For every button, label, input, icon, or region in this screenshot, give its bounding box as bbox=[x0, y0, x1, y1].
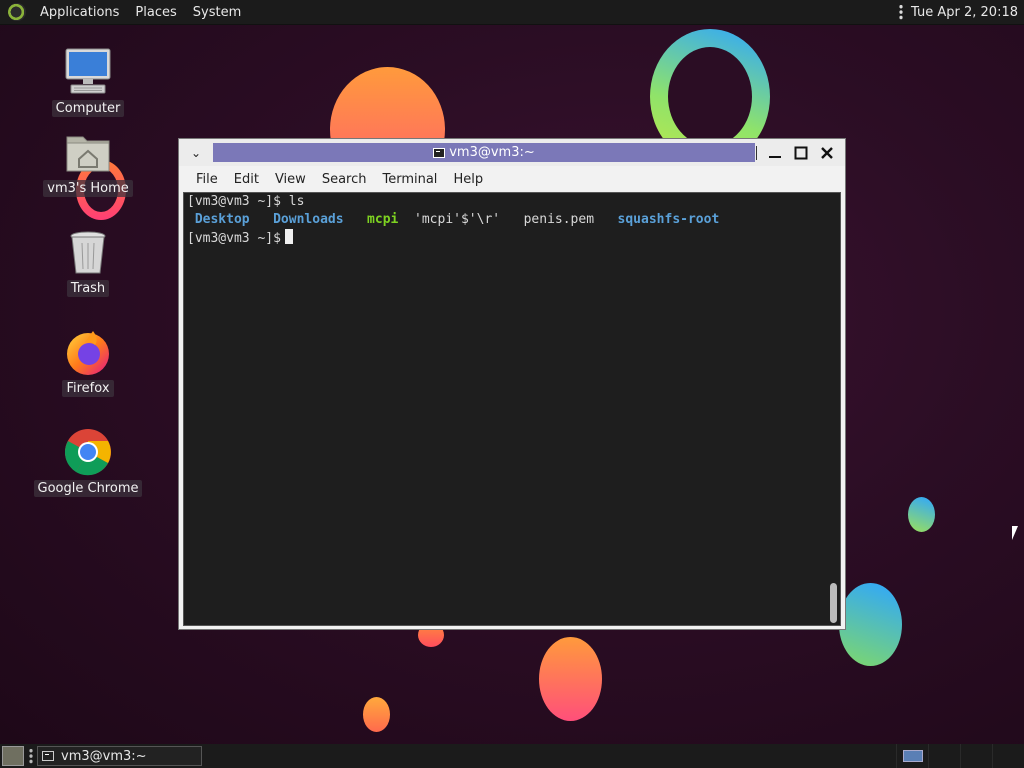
decor-small-blue-green-blob bbox=[908, 497, 935, 532]
taskbar-item-label: vm3@vm3:~ bbox=[61, 748, 147, 764]
computer-icon bbox=[63, 47, 113, 97]
decor-orange-blob-bottom bbox=[539, 637, 602, 721]
taskbar-item-terminal[interactable]: vm3@vm3:~ bbox=[37, 746, 202, 766]
desktop-icon-label: Computer bbox=[51, 100, 125, 117]
terminal-icon bbox=[433, 147, 446, 158]
text-cursor bbox=[284, 229, 293, 244]
terminal-line: [vm3@vm3 ~]$ ls bbox=[187, 194, 305, 209]
prompt-text: [vm3@vm3 ~]$ bbox=[187, 231, 281, 246]
desktop-icon-label: Google Chrome bbox=[33, 480, 143, 497]
workspace-window-icon bbox=[902, 750, 923, 762]
close-button[interactable] bbox=[817, 143, 837, 163]
mouse-pointer-icon bbox=[1012, 526, 1018, 540]
menu-terminal[interactable]: Terminal bbox=[374, 172, 445, 187]
desktop-icon-home[interactable]: vm3's Home bbox=[33, 127, 143, 197]
desktop-icon-chrome[interactable]: Google Chrome bbox=[33, 427, 143, 497]
chrome-icon bbox=[63, 427, 113, 477]
workspace-1[interactable] bbox=[896, 744, 928, 768]
ls-entry-file: 'mcpi'$'\r' bbox=[414, 212, 501, 227]
maximize-icon bbox=[794, 146, 808, 159]
desktop-icon-label: Firefox bbox=[62, 380, 114, 397]
ls-entry-dir: Desktop bbox=[194, 212, 250, 227]
menu-view[interactable]: View bbox=[267, 172, 314, 187]
distro-logo-icon[interactable] bbox=[8, 3, 26, 21]
desktop-icon-label: vm3's Home bbox=[43, 180, 133, 197]
decor-small-orange-blob bbox=[363, 697, 390, 732]
workspace-2[interactable] bbox=[928, 744, 960, 768]
menu-system[interactable]: System bbox=[185, 5, 249, 20]
ls-entry-dir: squashfs-root bbox=[617, 212, 720, 227]
menu-file[interactable]: File bbox=[188, 172, 226, 187]
ls-entry-dir: Downloads bbox=[273, 212, 344, 227]
window-title[interactable]: vm3@vm3:~ bbox=[213, 143, 755, 162]
bottom-panel: vm3@vm3:~ bbox=[0, 744, 1024, 768]
terminal-icon bbox=[42, 751, 54, 761]
firefox-icon bbox=[63, 327, 113, 377]
terminal-line: [vm3@vm3 ~]$ bbox=[187, 229, 293, 247]
window-titlebar[interactable]: ⌄ vm3@vm3:~ bbox=[179, 139, 845, 166]
minimize-button[interactable] bbox=[765, 143, 785, 163]
menu-search[interactable]: Search bbox=[314, 172, 375, 187]
menu-edit[interactable]: Edit bbox=[226, 172, 267, 187]
window-title-text: vm3@vm3:~ bbox=[449, 145, 535, 160]
minimize-icon bbox=[769, 155, 781, 158]
desktop-icon-computer[interactable]: Computer bbox=[33, 47, 143, 117]
close-icon bbox=[821, 146, 833, 159]
desktop-icon-trash[interactable]: Trash bbox=[33, 227, 143, 297]
clock[interactable]: Tue Apr 2, 20:18 bbox=[911, 5, 1018, 20]
show-desktop-icon[interactable] bbox=[2, 746, 24, 766]
top-panel: Applications Places System Tue Apr 2, 20… bbox=[0, 0, 1024, 25]
ls-output-line: Desktop Downloads mcpi 'mcpi'$'\r' penis… bbox=[187, 211, 719, 229]
desktop-icon-firefox[interactable]: Firefox bbox=[33, 327, 143, 397]
menu-help[interactable]: Help bbox=[445, 172, 491, 187]
window-menu-button[interactable]: ⌄ bbox=[179, 139, 213, 166]
maximize-button[interactable] bbox=[791, 143, 811, 163]
home-folder-icon bbox=[63, 127, 113, 177]
menu-places[interactable]: Places bbox=[127, 5, 184, 20]
menu-applications[interactable]: Applications bbox=[32, 5, 127, 20]
ls-entry-exe: mcpi bbox=[367, 212, 399, 227]
workspace-switcher bbox=[896, 744, 1024, 768]
terminal-output[interactable]: [vm3@vm3 ~]$ ls Desktop Downloads mcpi '… bbox=[183, 192, 841, 626]
ls-entry-file: penis.pem bbox=[523, 212, 595, 227]
decor-blue-green-blob bbox=[839, 583, 902, 666]
trash-icon bbox=[63, 227, 113, 277]
panel-handle-icon[interactable] bbox=[899, 4, 904, 20]
desktop-icon-label: Trash bbox=[66, 280, 110, 297]
scrollbar-thumb[interactable] bbox=[830, 583, 837, 623]
workspace-3[interactable] bbox=[960, 744, 992, 768]
panel-handle-icon[interactable] bbox=[29, 748, 33, 764]
terminal-window[interactable]: ⌄ vm3@vm3:~ File Edit View Search Termin… bbox=[178, 138, 846, 630]
terminal-menubar: File Edit View Search Terminal Help bbox=[182, 166, 842, 192]
terminal-scrollbar[interactable] bbox=[826, 193, 840, 625]
workspace-4[interactable] bbox=[992, 744, 1024, 768]
titlebar-separator bbox=[756, 145, 757, 160]
chevron-down-icon: ⌄ bbox=[190, 145, 202, 160]
